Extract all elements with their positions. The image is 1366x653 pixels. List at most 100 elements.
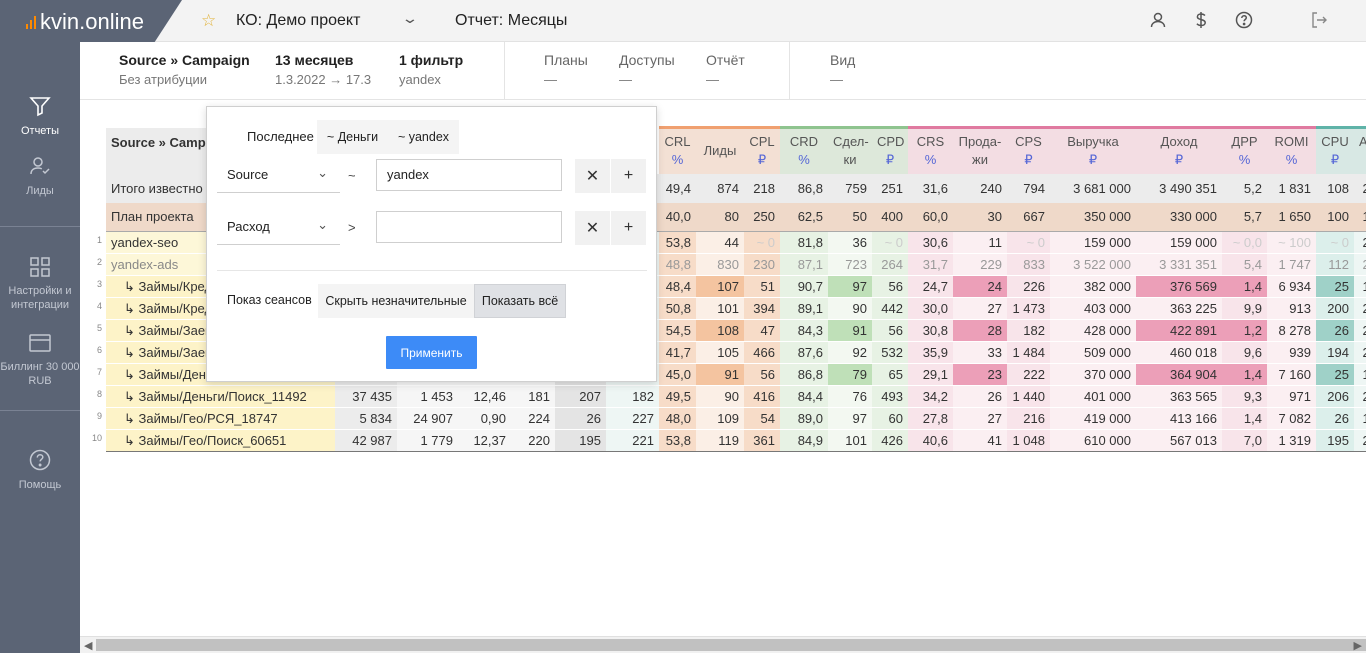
recent-chip[interactable]: ~ yandex	[388, 120, 459, 154]
column-header[interactable]: Сдел-ки	[828, 126, 872, 174]
sidebar-item-settings[interactable]: Настройки и интеграции	[0, 256, 80, 312]
project-selector[interactable]: КО: Демо проект	[236, 12, 360, 30]
rule-value-input[interactable]: yandex	[376, 159, 562, 191]
table-cell: 112	[1316, 253, 1354, 276]
table-cell: 0,90	[458, 407, 511, 430]
sidebar-item-billing[interactable]: Биллинг 30 000 RUB	[0, 332, 80, 388]
chevron-down-icon[interactable]: ⌄	[401, 10, 419, 27]
access-sub: —	[619, 72, 632, 87]
filter-sub: yandex	[399, 72, 441, 87]
column-header[interactable]: CRD%	[780, 126, 828, 174]
help-icon	[29, 449, 51, 471]
app-window: kvin.online ☆ КО: Демо проект ⌄ Отчет: М…	[0, 0, 1366, 653]
table-cell: 2 069	[1354, 253, 1366, 276]
export-sub: —	[706, 72, 719, 87]
sidebar-item-reports[interactable]: Отчеты	[0, 94, 80, 138]
sidebar-item-help[interactable]: Помощь	[0, 448, 80, 492]
column-header[interactable]: CRS%	[908, 126, 953, 174]
rule-operator[interactable]: >	[348, 220, 356, 235]
help-icon[interactable]	[1234, 10, 1256, 32]
scroll-right-icon[interactable]: ▶	[1354, 639, 1362, 652]
table-cell: 30	[953, 202, 1007, 232]
column-header[interactable]: CRL%	[659, 126, 696, 174]
logo[interactable]: kvin.online	[0, 0, 182, 42]
table-cell: 87,1	[780, 253, 828, 276]
export-selector[interactable]: Отчёт —	[706, 52, 745, 87]
column-header-label: Прода-жи	[958, 134, 1002, 168]
filter-popup: Последнее ~ Деньги ~ yandex Source ⌄ ~ y…	[206, 106, 657, 382]
table-cell: 44	[696, 231, 744, 254]
scroll-left-icon[interactable]: ◀	[84, 639, 92, 652]
chevron-down-icon: ⌄	[317, 217, 328, 232]
table-row[interactable]: ↳ Займы/Деньги/Поиск_11492 37 435 1 453 12,…	[106, 385, 1366, 408]
grouping-selector[interactable]: Source » Campaign Без атрибуции	[119, 52, 250, 87]
column-header[interactable]: CPS ₽	[1007, 126, 1050, 174]
apply-button[interactable]: Применить	[386, 336, 477, 369]
row-number: 5	[96, 323, 102, 333]
table-cell: 206	[1316, 385, 1354, 408]
table-row[interactable]: ↳ Займы/Гео/РСЯ_18747 5 834 24 907 0,90 224 2…	[106, 407, 1366, 430]
access-title: Доступы	[619, 52, 675, 68]
rule-operator[interactable]: ~	[348, 168, 356, 183]
row-name[interactable]: ↳ Займы/Гео/Поиск_60651	[106, 429, 335, 452]
logout-icon[interactable]	[1309, 10, 1331, 32]
remove-rule-icon[interactable]: ✕	[575, 211, 610, 245]
period-selector[interactable]: 13 месяцев 1.3.2022 → 17.3	[275, 52, 371, 87]
horizontal-scrollbar[interactable]: ◀ ▶	[80, 636, 1366, 653]
access-selector[interactable]: Доступы —	[619, 52, 675, 87]
row-number: 8	[96, 389, 102, 399]
table-cell: 28	[953, 319, 1007, 342]
table-cell: 101	[696, 297, 744, 320]
column-header[interactable]: ROMI%	[1267, 126, 1316, 174]
table-cell: 30,8	[908, 319, 953, 342]
table-row[interactable]: ↳ Займы/Гео/Поиск_60651 42 987 1 779 12,37 2…	[106, 429, 1366, 452]
user-icon[interactable]	[1148, 10, 1170, 32]
column-header[interactable]: Выручка ₽	[1050, 126, 1136, 174]
remove-rule-icon[interactable]: ✕	[575, 159, 610, 193]
column-header[interactable]: ARPU₽	[1354, 126, 1366, 174]
sessions-option-hide[interactable]: Скрыть незначительные	[318, 284, 474, 318]
column-header-label: CRS	[916, 134, 945, 150]
table-cell: 37 435	[335, 385, 397, 408]
scrollbar-thumb[interactable]	[96, 639, 1366, 651]
sessions-option-show-all[interactable]: Показать всё	[474, 284, 566, 318]
recent-chip[interactable]: ~ Деньги	[317, 120, 388, 154]
rule-value-input[interactable]	[376, 211, 562, 243]
card-icon	[29, 334, 51, 352]
filter-selector[interactable]: 1 фильтр yandex	[399, 52, 463, 87]
table-cell: 466	[744, 341, 780, 364]
dollar-icon[interactable]	[1191, 10, 1213, 32]
column-header-label: CPU	[1321, 134, 1349, 150]
rule-field-value: Source	[227, 167, 269, 182]
sidebar-item-leads[interactable]: Лиды	[0, 154, 80, 198]
column-header[interactable]: CPD ₽	[872, 126, 908, 174]
rule-field-select[interactable]: Source ⌄	[217, 159, 340, 193]
table-cell: 159 000	[1136, 231, 1222, 254]
table-cell: 53,8	[659, 429, 696, 452]
table-cell: 5,7	[1222, 202, 1267, 232]
table-cell: 30,6	[908, 231, 953, 254]
row-name[interactable]: ↳ Займы/Гео/РСЯ_18747	[106, 407, 335, 430]
column-header[interactable]: CPL ₽	[744, 126, 780, 174]
sessions-label: Показ сеансов	[227, 293, 312, 307]
table-cell: 394	[744, 297, 780, 320]
add-rule-icon[interactable]: +	[611, 211, 646, 245]
column-header[interactable]: CPU ₽	[1316, 126, 1354, 174]
table-cell: 40,6	[908, 429, 953, 452]
plans-selector[interactable]: Планы —	[544, 52, 588, 87]
row-name[interactable]: ↳ Займы/Деньги/Поиск_11492	[106, 385, 335, 408]
view-selector[interactable]: Вид —	[830, 52, 855, 87]
column-header[interactable]: Лиды	[696, 126, 744, 174]
table-cell: 422 891	[1136, 319, 1222, 342]
add-rule-icon[interactable]: +	[611, 159, 646, 193]
star-icon[interactable]: ☆	[201, 11, 216, 31]
table-cell: 460 018	[1136, 341, 1222, 364]
table-cell: 56	[744, 363, 780, 386]
column-header[interactable]: Прода-жи	[953, 126, 1007, 174]
table-cell: 5,4	[1222, 253, 1267, 276]
sidebar-item-label: Настройки и интеграции	[8, 285, 72, 311]
rule-field-select[interactable]: Расход ⌄	[217, 211, 340, 245]
table-cell: 1 747	[1267, 253, 1316, 276]
column-header[interactable]: Доход ₽	[1136, 126, 1222, 174]
column-header[interactable]: ДРР%	[1222, 126, 1267, 174]
